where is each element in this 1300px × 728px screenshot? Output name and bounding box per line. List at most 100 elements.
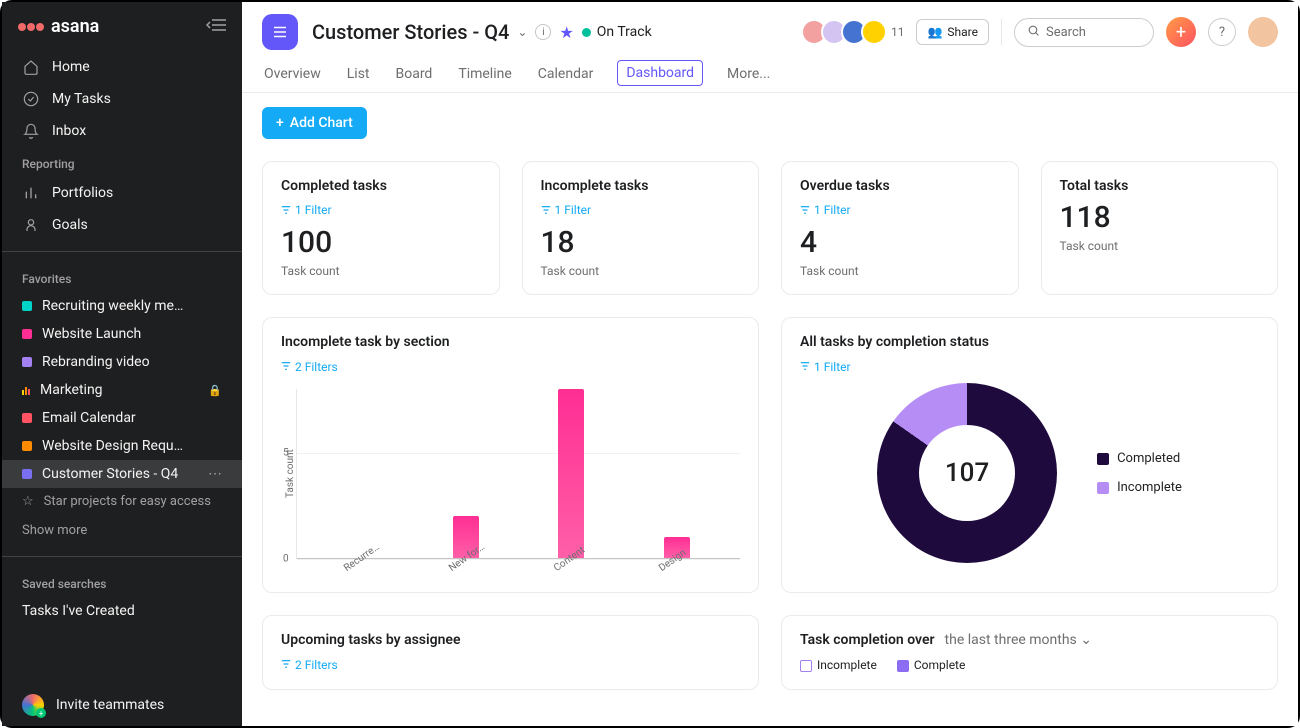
chart-title: Task completion over: [800, 632, 935, 648]
sidebar-favorite-item[interactable]: Rebranding video: [2, 348, 242, 376]
home-icon: [22, 58, 40, 76]
stat-card[interactable]: Completed tasks 1 Filter100Task count: [262, 161, 500, 295]
search-icon: [1027, 24, 1040, 41]
project-color-dot: [22, 357, 32, 367]
nav-label: Goals: [52, 217, 88, 233]
status-pill[interactable]: On Track: [582, 24, 652, 40]
status-dot-icon: [582, 28, 591, 37]
search-placeholder: Search: [1046, 25, 1086, 40]
donut-chart-card[interactable]: All tasks by completion status 1 Filter …: [781, 317, 1278, 593]
filter-link[interactable]: 2 Filters: [281, 360, 338, 374]
filter-link[interactable]: 2 Filters: [281, 658, 338, 672]
sidebar-favorite-item[interactable]: Marketing 🔒: [2, 376, 242, 404]
favorites-label: Favorites: [2, 262, 242, 292]
filter-link[interactable]: 1 Filter: [541, 203, 592, 217]
sidebar-favorite-item[interactable]: Website Design Requ…: [2, 432, 242, 460]
collapse-sidebar-icon[interactable]: [206, 16, 226, 37]
legend-item: Incomplete: [800, 658, 877, 672]
filter-text: 2 Filters: [295, 360, 338, 374]
stat-value: 118: [1060, 200, 1260, 235]
stat-value: 100: [281, 225, 481, 260]
bars-icon: [22, 184, 40, 202]
filter-icon: [800, 360, 810, 374]
info-icon[interactable]: i: [535, 24, 551, 40]
stat-card[interactable]: Incomplete tasks 1 Filter18Task count: [522, 161, 760, 295]
star-outline-icon: ☆: [22, 494, 34, 509]
tab-dashboard[interactable]: Dashboard: [617, 60, 703, 86]
favorite-label: Website Launch: [42, 326, 222, 342]
sidebar-favorite-item[interactable]: Recruiting weekly me…: [2, 292, 242, 320]
sidebar-favorite-item[interactable]: Email Calendar: [2, 404, 242, 432]
time-chart-card[interactable]: Task completion over the last three mont…: [781, 615, 1278, 690]
lock-icon: 🔒: [208, 384, 222, 397]
tab-list[interactable]: List: [345, 60, 372, 92]
chart-bar: [558, 389, 584, 558]
more-icon[interactable]: ⋯: [208, 466, 222, 482]
nav-inbox[interactable]: Inbox: [10, 115, 234, 147]
add-chart-button[interactable]: + Add Chart: [262, 107, 367, 139]
project-color-dot: [22, 413, 32, 423]
project-color-dot: [22, 441, 32, 451]
member-avatars[interactable]: 11: [807, 19, 905, 45]
people-icon: 👥: [927, 25, 942, 39]
tab-timeline[interactable]: Timeline: [456, 60, 513, 92]
time-range-dropdown[interactable]: the last three months ⌄: [945, 632, 1092, 648]
nav-my-tasks[interactable]: My Tasks: [10, 83, 234, 115]
invite-label: Invite teammates: [56, 697, 164, 713]
tab-calendar[interactable]: Calendar: [536, 60, 596, 92]
tabs: Overview List Board Timeline Calendar Dashboa…: [242, 50, 1298, 93]
tab-more[interactable]: More...: [725, 60, 772, 92]
project-color-dot: [22, 329, 32, 339]
star-hint: ☆ Star projects for easy access: [2, 488, 242, 515]
favorite-label: Email Calendar: [42, 410, 222, 426]
sidebar-favorite-item[interactable]: Customer Stories - Q4 ⋯: [2, 460, 242, 488]
share-label: Share: [947, 25, 978, 39]
favorite-label: Marketing: [40, 382, 198, 398]
filter-text: 1 Filter: [814, 360, 851, 374]
chevron-down-icon: ⌄: [1080, 632, 1092, 648]
project-title[interactable]: Customer Stories - Q4: [312, 20, 509, 44]
show-more-link[interactable]: Show more: [2, 515, 242, 546]
logo[interactable]: asana: [18, 16, 99, 37]
bar-chart-card[interactable]: Incomplete task by section 2 Filters Tas…: [262, 317, 759, 593]
user-avatar[interactable]: [1248, 17, 1278, 47]
help-button[interactable]: ?: [1208, 18, 1236, 46]
nav-goals[interactable]: Goals: [10, 209, 234, 241]
saved-search-item[interactable]: Tasks I've Created: [2, 597, 242, 625]
reporting-label: Reporting: [2, 147, 242, 177]
time-range-text: the last three months: [945, 632, 1077, 648]
filter-link[interactable]: 1 Filter: [800, 360, 851, 374]
nav-label: Home: [52, 59, 90, 75]
filter-link[interactable]: 1 Filter: [281, 203, 332, 217]
bell-icon: [22, 122, 40, 140]
quick-add-button[interactable]: +: [1166, 17, 1196, 47]
nav-label: My Tasks: [52, 91, 111, 107]
filter-text: 1 Filter: [295, 203, 332, 217]
stat-title: Incomplete tasks: [541, 178, 741, 194]
upcoming-chart-card[interactable]: Upcoming tasks by assignee 2 Filters: [262, 615, 759, 690]
project-icon[interactable]: [262, 14, 298, 50]
plus-icon: +: [276, 115, 284, 131]
stat-title: Total tasks: [1060, 178, 1260, 194]
star-icon[interactable]: ★: [559, 23, 573, 42]
favorite-label: Customer Stories - Q4: [42, 466, 198, 482]
logo-text: asana: [51, 16, 99, 37]
nav-home[interactable]: Home: [10, 51, 234, 83]
stat-value: 4: [800, 225, 1000, 260]
nav-portfolios[interactable]: Portfolios: [10, 177, 234, 209]
sidebar-favorite-item[interactable]: Website Launch: [2, 320, 242, 348]
saved-search-label: Tasks I've Created: [22, 603, 222, 619]
search-input[interactable]: Search: [1014, 18, 1154, 47]
stat-card[interactable]: Total tasks118Task count: [1041, 161, 1279, 295]
invite-teammates[interactable]: + Invite teammates: [2, 684, 242, 726]
stat-subtitle: Task count: [800, 264, 1000, 278]
logo-icon: [18, 23, 45, 31]
topbar: Customer Stories - Q4 ⌄ i ★ On Track: [242, 2, 1298, 50]
tab-overview[interactable]: Overview: [262, 60, 323, 92]
chevron-down-icon[interactable]: ⌄: [517, 25, 527, 39]
project-color-dot: [22, 469, 32, 479]
filter-link[interactable]: 1 Filter: [800, 203, 851, 217]
share-button[interactable]: 👥 Share: [916, 19, 989, 45]
stat-card[interactable]: Overdue tasks 1 Filter4Task count: [781, 161, 1019, 295]
tab-board[interactable]: Board: [394, 60, 435, 92]
